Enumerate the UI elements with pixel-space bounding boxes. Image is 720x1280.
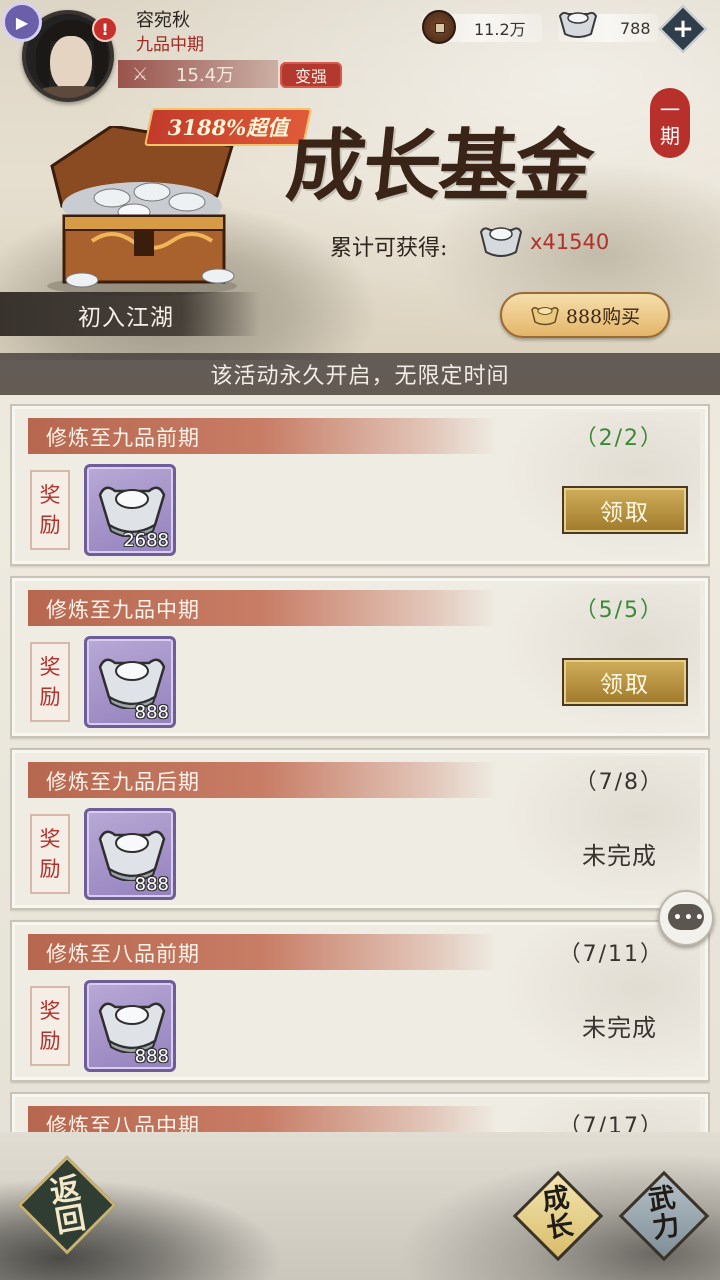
reward-item-slot[interactable]: 888 xyxy=(84,980,176,1072)
silver-ingot-icon xyxy=(98,486,166,537)
back-button-label: 返 回 xyxy=(35,1171,101,1241)
task-card: 修炼至九品中期 （5/5） 奖 励 888 领取 xyxy=(10,576,710,738)
period-seal-char: 期 xyxy=(660,124,680,148)
period-seal-char: 一 xyxy=(660,98,680,122)
reward-tag-char: 奖 xyxy=(39,827,61,851)
task-title: 修炼至九品后期 xyxy=(46,770,200,794)
tab-char: 长 xyxy=(544,1210,576,1245)
copper-resource: 11.2万 xyxy=(422,10,542,44)
silver-ingot-icon xyxy=(98,1002,166,1053)
reward-tag-char: 励 xyxy=(39,1029,61,1053)
task-status: 未完成 xyxy=(582,842,657,870)
period-seal: 一 期 xyxy=(650,88,690,158)
silver-value: 788 xyxy=(620,18,651,38)
reward-tag-char: 励 xyxy=(39,513,61,537)
promo-value-text: 3188%超值 xyxy=(167,115,289,140)
reward-item-slot[interactable]: 2688 xyxy=(84,464,176,556)
reward-item-slot[interactable]: 888 xyxy=(84,808,176,900)
tab-force-label: 武 力 xyxy=(626,1182,701,1247)
reward-tag-char: 奖 xyxy=(39,999,61,1023)
buy-fund-label: 888购买 xyxy=(565,305,641,328)
total-reward-label: 累计可获得: xyxy=(330,236,448,261)
reward-tag-char: 奖 xyxy=(39,655,61,679)
silver-ingot-icon xyxy=(558,11,598,38)
alert-icon: ! xyxy=(92,16,118,42)
combat-power-value: 15.4万 xyxy=(176,65,235,86)
treasure-chest-icon xyxy=(47,126,237,296)
back-char: 回 xyxy=(52,1200,89,1241)
chest-tier-label: 初入江湖 xyxy=(78,305,174,331)
player-name: 容宛秋 xyxy=(136,10,190,31)
tab-growth[interactable]: 成 长 xyxy=(512,1170,604,1262)
task-title: 修炼至八品前期 xyxy=(46,942,200,966)
tab-force[interactable]: 武 力 xyxy=(618,1170,710,1262)
top-bar: ▶ ! 容宛秋 九品中期 ⚔ 15.4万 变强 11.2万 788 + xyxy=(0,0,720,102)
silver-ingot-icon xyxy=(98,830,166,881)
reward-tag-char: 励 xyxy=(39,857,61,881)
reward-tag: 奖 励 xyxy=(30,814,70,894)
activity-notice: 该活动永久开启，无限定时间 xyxy=(0,353,720,395)
player-rank: 九品中期 xyxy=(136,35,204,55)
task-title: 修炼至九品中期 xyxy=(46,598,200,622)
silver-ingot-icon xyxy=(531,306,559,326)
copper-value: 11.2万 xyxy=(474,20,526,39)
task-list[interactable]: 修炼至九品前期 （2/2） 奖 励 2688 领取 修炼至九品中期 （5/5） … xyxy=(10,404,710,1132)
buy-fund-button[interactable]: 888购买 xyxy=(500,292,670,338)
reward-quantity: 2688 xyxy=(123,530,169,551)
avatar-face xyxy=(50,36,92,92)
tab-char: 力 xyxy=(650,1210,682,1245)
task-card: 修炼至八品前期 （7/11） 奖 励 888 未完成 xyxy=(10,920,710,1082)
swords-icon: ⚔ xyxy=(132,63,149,85)
task-card: 修炼至九品前期 （2/2） 奖 励 2688 领取 xyxy=(10,404,710,566)
task-progress: （7/8） xyxy=(574,770,664,795)
reward-quantity: 888 xyxy=(134,702,169,723)
task-title: 修炼至九品前期 xyxy=(46,426,200,450)
reward-tag: 奖 励 xyxy=(30,470,70,550)
total-reward-value: x41540 xyxy=(530,230,610,254)
reward-tag: 奖 励 xyxy=(30,986,70,1066)
reward-quantity: 888 xyxy=(134,874,169,895)
task-title: 修炼至八品中期 xyxy=(46,1114,200,1132)
task-progress: （7/11） xyxy=(558,942,664,967)
reward-quantity: 888 xyxy=(134,1046,169,1067)
tab-growth-label: 成 长 xyxy=(520,1182,595,1247)
claim-button[interactable]: 领取 xyxy=(562,658,688,706)
reward-item-slot[interactable]: 888 xyxy=(84,636,176,728)
claim-button[interactable]: 领取 xyxy=(562,486,688,534)
reward-tag: 奖 励 xyxy=(30,642,70,722)
strengthen-button[interactable]: 变强 xyxy=(280,62,342,88)
fund-title: 成长基金 xyxy=(282,121,597,212)
chat-dots: ••• xyxy=(673,910,706,926)
copper-coin-icon xyxy=(422,10,456,44)
task-progress: （2/2） xyxy=(574,426,664,451)
silver-resource: 788 xyxy=(558,11,658,42)
chat-button[interactable]: ••• xyxy=(658,890,714,946)
add-currency-button[interactable]: + xyxy=(658,4,708,54)
reward-tag-char: 奖 xyxy=(39,483,61,507)
combat-power: ⚔ 15.4万 xyxy=(118,60,278,88)
silver-ingot-icon xyxy=(479,227,523,257)
task-progress: （7/17） xyxy=(558,1114,664,1132)
play-icon[interactable]: ▶ xyxy=(2,2,42,42)
task-progress: （5/5） xyxy=(574,598,664,623)
task-card: 修炼至八品中期 （7/17） 奖 励 888 未完成 xyxy=(10,1092,710,1132)
task-card: 修炼至九品后期 （7/8） 奖 励 888 未完成 xyxy=(10,748,710,910)
reward-tag-char: 励 xyxy=(39,685,61,709)
task-status: 未完成 xyxy=(582,1014,657,1042)
plus-icon: + xyxy=(672,14,694,44)
silver-ingot-icon xyxy=(98,658,166,709)
back-button[interactable]: 返 回 xyxy=(17,1152,118,1262)
